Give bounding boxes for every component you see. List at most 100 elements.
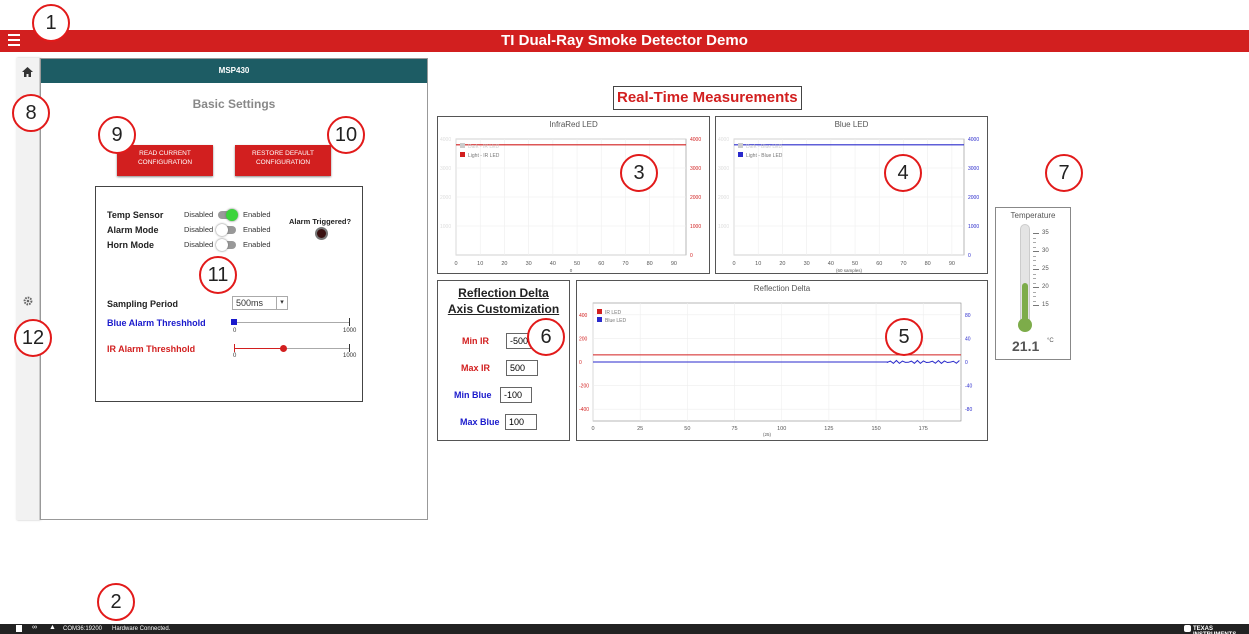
thermo-tick-label: 35	[1042, 230, 1049, 236]
delta-chart-plot: 0 25 50 75 100 125 150 175(25)400 80200 400 0-200-…	[579, 302, 972, 437]
ir-alarm-handle[interactable]	[279, 345, 287, 352]
thermo-minor-tick	[1033, 264, 1036, 266]
min-blue-label: Min Blue	[454, 390, 492, 400]
callout-5: 5	[885, 318, 923, 356]
thermo-minor-tick	[1033, 260, 1036, 261]
thermo-minor-tick	[1033, 242, 1036, 243]
settings-box: Temp Sensor Disabled Enabled Alarm Mode …	[95, 186, 363, 402]
max-ir-label: Max IR	[461, 363, 491, 373]
sampling-period-select[interactable]: 500ms ▾	[232, 296, 288, 310]
x-tick-label: 10	[755, 261, 761, 267]
thermo-tick	[1033, 305, 1039, 306]
x-tick-label: 90	[671, 261, 677, 267]
y-right-tick-label: 80	[965, 313, 971, 319]
ir-slider-max: 1000	[343, 353, 357, 359]
thermo-tick-label: 15	[1042, 302, 1049, 308]
y-left-tick-label: 4000	[718, 137, 729, 143]
x-tick-label: 80	[647, 261, 653, 267]
temp-enabled-label: Enabled	[243, 210, 271, 219]
alarm-toggle-knob	[216, 224, 228, 236]
port-label: COM36:19200	[63, 626, 103, 632]
y-right-tick-label: 3000	[690, 166, 701, 172]
blue-slider-end	[349, 318, 350, 326]
y-left-tick-label: 3000	[440, 166, 451, 172]
x-tick-label: 50	[574, 261, 580, 267]
y-right-tick-label: 4000	[690, 137, 701, 143]
max-ir-input[interactable]: 500	[506, 360, 538, 376]
thermo-minor-tick	[1033, 255, 1036, 257]
thermo-tick-label: 30	[1042, 248, 1049, 254]
blue-alarm-slider[interactable]	[231, 318, 350, 326]
alarm-mode-label: Alarm Mode	[107, 225, 159, 235]
y-left-tick-label: -200	[579, 384, 589, 390]
ir-alarm-label: IR Alarm Threshhold	[107, 344, 196, 354]
y-left-tick-label: 0	[579, 360, 582, 366]
alarm-enabled-label: Enabled	[243, 225, 271, 234]
legend-swatch	[460, 152, 465, 157]
temp-toggle-knob	[226, 209, 238, 221]
x-tick-label: 30	[526, 261, 532, 267]
y-right-tick-label: 4000	[968, 137, 979, 143]
ir-alarm-fill	[234, 348, 283, 349]
horn-mode-toggle[interactable]	[216, 239, 236, 251]
blue-alarm-handle[interactable]	[231, 319, 237, 325]
callout-2: 2	[97, 583, 135, 621]
callout-3: 3	[620, 154, 658, 192]
temperature-value: 21.1	[1012, 338, 1040, 354]
callout-4: 4	[884, 154, 922, 192]
x-tick-label: 75	[731, 426, 737, 432]
legend-label: Blue LED	[605, 318, 627, 324]
alarm-triggered-label: Alarm Triggered?	[289, 217, 352, 226]
callout-10: 10	[327, 116, 365, 154]
thermo-minor-tick	[1033, 291, 1036, 293]
x-tick-label: 0	[732, 261, 735, 267]
y-right-tick-label: 0	[690, 253, 693, 259]
blue-alarm-label: Blue Alarm Threshhold	[107, 318, 206, 328]
title-bar: TI Dual-Ray Smoke Detector Demo	[0, 30, 1249, 52]
legend-label: Dark - IR LED	[468, 144, 500, 150]
y-left-tick-label: 200	[579, 336, 588, 342]
y-right-tick-label: -80	[965, 407, 972, 413]
restore-config-button[interactable]: RESTORE DEFAULT CONFIGURATION	[235, 145, 331, 176]
thermo-minor-tick	[1033, 278, 1036, 279]
ir-alarm-slider[interactable]	[234, 344, 350, 352]
max-blue-input[interactable]: 100	[505, 414, 537, 430]
x-tick-label: 125	[824, 426, 833, 432]
blue-slider-max: 1000	[343, 328, 357, 334]
ir-slider-end	[349, 344, 350, 352]
y-right-tick-label: 1000	[690, 224, 701, 230]
thermo-minor-tick	[1033, 296, 1036, 297]
y-left-tick-label: 400	[579, 313, 588, 319]
alarm-mode-toggle[interactable]	[216, 224, 236, 236]
callout-9: 9	[98, 116, 136, 154]
x-tick-label: 10	[477, 261, 483, 267]
y-left-tick-label: -400	[579, 407, 589, 413]
x-tick-label: 70	[622, 261, 628, 267]
thermo-minor-tick	[1033, 273, 1036, 275]
legend-swatch	[597, 309, 602, 314]
ir-slider-start	[234, 344, 235, 352]
ir-slider-min: 0	[233, 353, 237, 359]
sampling-period-label: Sampling Period	[107, 299, 179, 309]
y-left-tick-label: 1000	[440, 224, 451, 230]
temp-sensor-toggle[interactable]	[218, 209, 238, 221]
x-tick-label: 20	[779, 261, 785, 267]
temperature-title: Temperature	[1010, 211, 1056, 220]
thermometer-bulb	[1018, 318, 1032, 332]
home-icon[interactable]	[22, 67, 33, 77]
gear-icon[interactable]	[23, 296, 33, 306]
temp-sensor-label: Temp Sensor	[107, 210, 164, 220]
x-axis-label: (60 samples)	[836, 268, 863, 273]
min-blue-input[interactable]: -100	[500, 387, 532, 403]
ir-led-chart: InfraRed LED 0 10 20 30 40 50 60 70 80 90 0 4000 300…	[437, 116, 710, 274]
caret-up-icon[interactable]: ▲	[49, 624, 56, 631]
horn-disabled-label: Disabled	[184, 240, 214, 249]
read-config-button[interactable]: READ CURRENT CONFIGURATION	[117, 145, 213, 176]
y-right-tick-label: 0	[968, 253, 971, 259]
thermometer-tube	[1020, 224, 1030, 324]
x-tick-label: 20	[501, 261, 507, 267]
sampling-period-value: 500ms	[236, 298, 264, 308]
axis-custom-title-1: Reflection Delta	[458, 286, 549, 300]
ir-chart-plot: 0 10 20 30 40 50 60 70 80 90 0 4000 3000 2000 1000 0 400…	[440, 137, 701, 273]
thermo-tick	[1033, 251, 1039, 252]
